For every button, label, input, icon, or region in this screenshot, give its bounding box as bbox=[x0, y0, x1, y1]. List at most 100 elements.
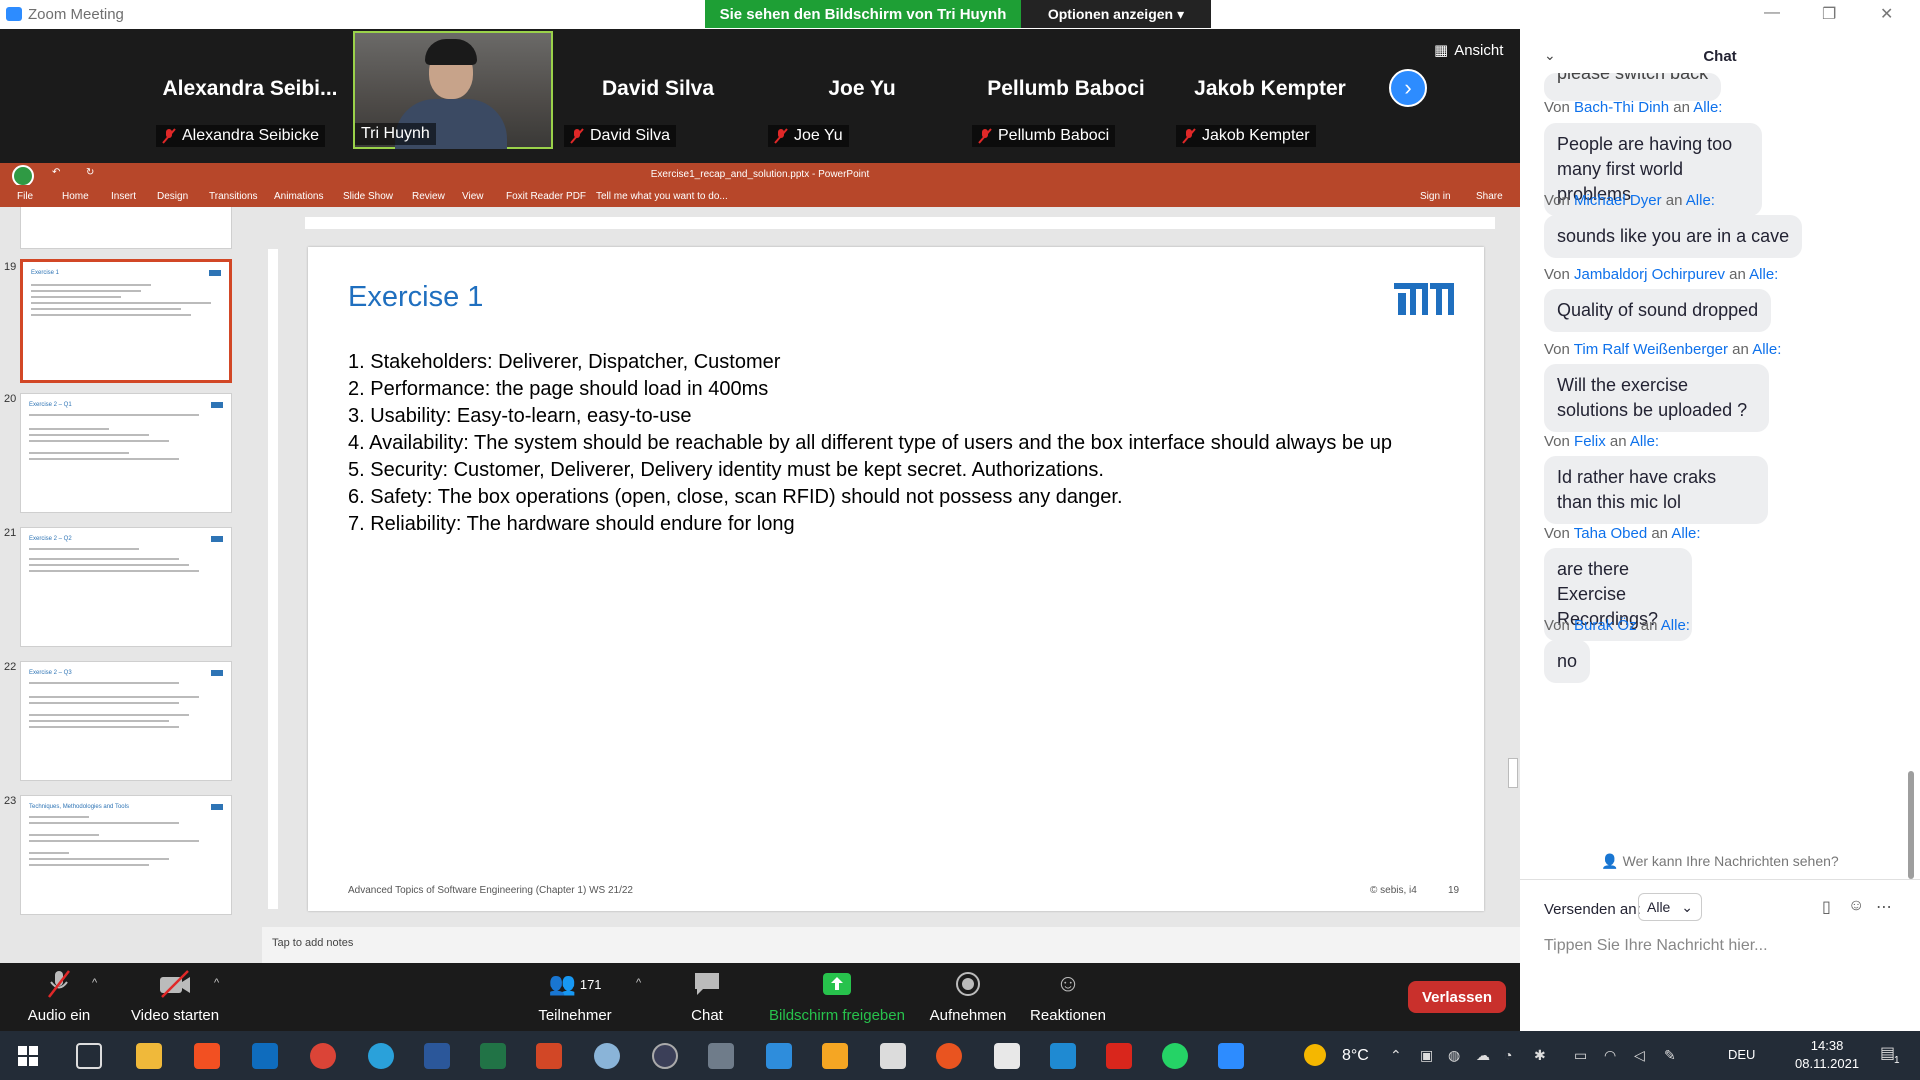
tab-slideshow[interactable]: Slide Show bbox=[343, 191, 393, 202]
acrobat-icon[interactable] bbox=[1106, 1043, 1132, 1069]
store-icon[interactable] bbox=[194, 1043, 220, 1069]
participant-name-tag: Jakob Kempter bbox=[1176, 125, 1316, 147]
participant-tile[interactable]: Joe Yu Joe Yu bbox=[762, 31, 962, 149]
tray-chevron-up-icon[interactable]: ⌃ bbox=[1390, 1047, 1402, 1064]
chevron-up-icon[interactable]: ^ bbox=[636, 977, 641, 989]
participants-button[interactable]: 👥 171 Teilnehmer bbox=[536, 969, 614, 1024]
sign-in-link[interactable]: Sign in bbox=[1420, 191, 1451, 202]
tray-bluetooth-icon[interactable]: ✱ bbox=[1534, 1047, 1546, 1064]
file-icon[interactable]: ▯ bbox=[1822, 897, 1831, 917]
tray-wifi-icon[interactable]: ◠ bbox=[1604, 1047, 1616, 1064]
share-screen-button[interactable]: Bildschirm freigeben bbox=[766, 969, 908, 1024]
task-view-icon[interactable] bbox=[76, 1043, 102, 1069]
language-indicator[interactable]: DEU bbox=[1728, 1047, 1755, 1062]
chat-button[interactable]: Chat bbox=[686, 969, 728, 1024]
clock[interactable]: 14:38 08.11.2021 bbox=[1795, 1037, 1859, 1073]
sublime-icon[interactable] bbox=[822, 1043, 848, 1069]
tools-icon[interactable] bbox=[880, 1043, 906, 1069]
recipient-select[interactable]: Alle ⌄ bbox=[1638, 893, 1702, 921]
tab-design[interactable]: Design bbox=[157, 191, 188, 202]
tab-home[interactable]: Home bbox=[62, 191, 89, 202]
slide-thumbnail[interactable]: Exercise 2 – Q3 bbox=[20, 661, 232, 781]
leave-meeting-button[interactable]: Verlassen bbox=[1408, 981, 1506, 1013]
reactions-button[interactable]: ☺ Reaktionen bbox=[1026, 969, 1110, 1024]
chat-panel: ⌄ Chat please switch back Von Bach-Thi D… bbox=[1520, 29, 1920, 1031]
tray-sync-icon[interactable]: ◔ bbox=[1504, 1047, 1512, 1063]
excel-icon[interactable] bbox=[480, 1043, 506, 1069]
video-button[interactable]: Video starten bbox=[128, 969, 222, 1024]
slide-thumbnail[interactable]: Techniques, Methodologies and Tools bbox=[20, 795, 232, 915]
minimize-icon[interactable]: — bbox=[1764, 4, 1780, 22]
close-icon[interactable]: ✕ bbox=[1880, 4, 1893, 24]
telegram-icon[interactable] bbox=[368, 1043, 394, 1069]
chat-message-input[interactable] bbox=[1544, 931, 1896, 961]
tab-foxit[interactable]: Foxit Reader PDF bbox=[506, 191, 586, 202]
slide-canvas[interactable]: Exercise 1 1. Stakeholders: Deliverer, D… bbox=[308, 247, 1484, 911]
tab-review[interactable]: Review bbox=[412, 191, 445, 202]
chat-message-sender: Von Jambaldorj Ochirpurev an Alle: bbox=[1544, 266, 1779, 283]
tab-view[interactable]: View bbox=[462, 191, 484, 202]
view-button[interactable]: ▦ Ansicht bbox=[1434, 41, 1503, 60]
tab-file[interactable]: File bbox=[17, 191, 33, 202]
clock-date: 08.11.2021 bbox=[1795, 1056, 1860, 1071]
slide-bullet: 3. Usability: Easy-to-learn, easy-to-use bbox=[348, 405, 692, 427]
participant-tile-video[interactable]: Tri Huynh bbox=[353, 31, 553, 149]
gallery-next-button[interactable]: › bbox=[1389, 69, 1427, 107]
tray-battery-icon[interactable]: ▭ bbox=[1574, 1047, 1587, 1064]
tab-animations[interactable]: Animations bbox=[274, 191, 323, 202]
chevron-up-icon[interactable]: ^ bbox=[214, 977, 219, 989]
participant-tile[interactable]: Jakob Kempter Jakob Kempter bbox=[1170, 31, 1370, 149]
participant-tile[interactable]: Alexandra Seibi... Alexandra Seibicke bbox=[150, 31, 350, 149]
slide-thumbnail[interactable] bbox=[20, 207, 232, 249]
tell-me-search[interactable]: Tell me what you want to do... bbox=[596, 191, 728, 202]
whatsapp-icon[interactable] bbox=[1162, 1043, 1188, 1069]
slack-icon[interactable] bbox=[994, 1043, 1020, 1069]
chrome-icon[interactable] bbox=[310, 1043, 336, 1069]
participant-big-name: Pellumb Baboci bbox=[987, 77, 1145, 100]
notification-icon[interactable]: ▤ bbox=[1880, 1043, 1895, 1063]
chevron-right-icon: › bbox=[1404, 75, 1412, 100]
slide-bullet: 6. Safety: The box operations (open, clo… bbox=[348, 486, 1123, 508]
audio-button[interactable]: Audio ein bbox=[24, 969, 94, 1024]
slide-thumbnail[interactable]: Exercise 2 – Q1 bbox=[20, 393, 232, 513]
participant-tile[interactable]: Pellumb Baboci Pellumb Baboci bbox=[966, 31, 1166, 149]
windows-start-icon[interactable] bbox=[18, 1046, 38, 1066]
chat-message: Quality of sound dropped bbox=[1544, 289, 1772, 332]
who-can-see-link[interactable]: 👤 Wer kann Ihre Nachrichten sehen? bbox=[1520, 853, 1920, 870]
file-explorer-icon[interactable] bbox=[136, 1043, 162, 1069]
more-icon[interactable]: ⋯ bbox=[1876, 897, 1892, 917]
slide-number: 20 bbox=[4, 393, 17, 405]
chevron-up-icon[interactable]: ^ bbox=[92, 977, 97, 989]
record-button[interactable]: Aufnehmen bbox=[926, 969, 1010, 1024]
send-to-label: Versenden an: bbox=[1544, 901, 1641, 918]
slide-scrollbar[interactable] bbox=[1508, 758, 1518, 788]
word-icon[interactable] bbox=[424, 1043, 450, 1069]
pen-icon[interactable] bbox=[766, 1043, 792, 1069]
vpn-lock-icon[interactable] bbox=[652, 1043, 678, 1069]
tray-outlook-icon[interactable]: ▣ bbox=[1420, 1047, 1433, 1064]
notes-pane[interactable]: Tap to add notes bbox=[262, 927, 1520, 963]
powerpoint-icon[interactable] bbox=[536, 1043, 562, 1069]
weather-sun-icon[interactable] bbox=[1304, 1044, 1326, 1066]
outlook-icon[interactable] bbox=[252, 1043, 278, 1069]
view-options-button[interactable]: Optionen anzeigen ▾ bbox=[1021, 0, 1211, 28]
tray-pen-icon[interactable]: ✎ bbox=[1664, 1047, 1676, 1064]
slide-thumbnail[interactable]: Exercise 2 – Q2 bbox=[20, 527, 232, 647]
slide-thumbnail-active[interactable]: Exercise 1 bbox=[20, 259, 232, 383]
paint-icon[interactable] bbox=[594, 1043, 620, 1069]
maximize-icon[interactable]: ❐ bbox=[1822, 4, 1836, 24]
tab-insert[interactable]: Insert bbox=[111, 191, 136, 202]
tray-volume-icon[interactable]: ◁ bbox=[1634, 1047, 1645, 1064]
tab-transitions[interactable]: Transitions bbox=[209, 191, 258, 202]
tray-onedrive-icon[interactable]: ☁ bbox=[1476, 1047, 1490, 1064]
ppt-document-title: Exercise1_recap_and_solution.pptx - Powe… bbox=[650, 169, 870, 180]
tray-chrome-icon[interactable]: ◍ bbox=[1448, 1047, 1460, 1064]
share-button[interactable]: Share bbox=[1476, 191, 1503, 202]
participant-tile[interactable]: David Silva David Silva bbox=[558, 31, 758, 149]
ubuntu-icon[interactable] bbox=[936, 1043, 962, 1069]
zoom-icon[interactable] bbox=[1218, 1043, 1244, 1069]
vscode-icon[interactable] bbox=[1050, 1043, 1076, 1069]
emoji-icon[interactable]: ☺ bbox=[1848, 897, 1864, 915]
weather-temp[interactable]: 8°C bbox=[1342, 1047, 1369, 1065]
calculator-icon[interactable] bbox=[708, 1043, 734, 1069]
